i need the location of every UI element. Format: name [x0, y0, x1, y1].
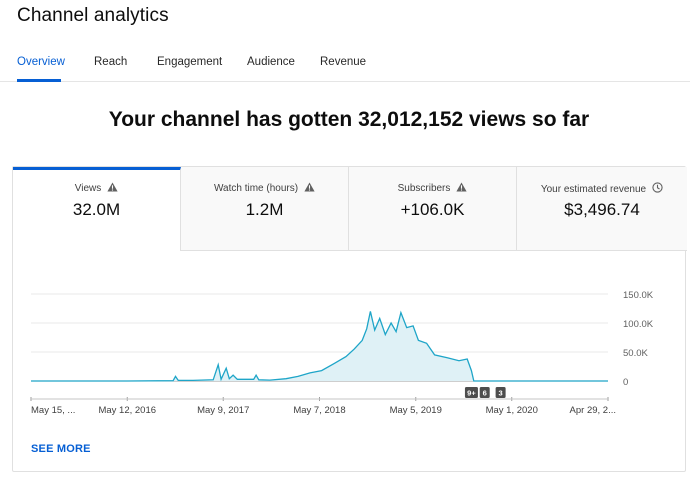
metric-subscribers-label: Subscribers [397, 183, 451, 194]
metric-label: Your estimated revenue [517, 182, 687, 195]
tab-overview[interactable]: Overview [17, 56, 65, 68]
y-tick-label: 0 [623, 377, 628, 388]
metric-views-value: 32.0M [72, 200, 121, 219]
x-tick-label: May 12, 2016 [98, 405, 156, 416]
x-tick-label: May 15, ... [31, 405, 75, 416]
tab-reach[interactable]: Reach [94, 56, 127, 68]
tab-revenue[interactable]: Revenue [320, 56, 366, 68]
metric-revenue-value: $3,496.74 [564, 200, 640, 219]
warning-icon [456, 182, 467, 192]
tab-audience[interactable]: Audience [247, 56, 295, 68]
metric-subscribers[interactable]: Subscribers +106.0K [349, 167, 517, 251]
metric-label: Subscribers [349, 182, 516, 194]
chart-x-axis: May 15, ... May 12, 2016 May 9, 2017 May 7,… [30, 397, 616, 416]
page-title: Channel analytics [17, 5, 169, 26]
metric-label: Views [13, 182, 180, 194]
warning-icon [304, 182, 315, 192]
chart-y-axis: 150.0K 100.0K 50.0K 0 [623, 290, 654, 388]
chart-gridlines [31, 293, 608, 382]
metric-label: Watch time (hours) [181, 182, 348, 194]
annotation-label: 9+ [467, 389, 476, 398]
active-tab-indicator [17, 79, 61, 82]
analytics-card: Views 32.0M Watch time (hours) 1.2M Subs… [12, 166, 687, 472]
annotation-label: 6 [483, 389, 487, 398]
x-tick-label: May 7, 2018 [293, 405, 345, 416]
tab-engagement[interactable]: Engagement [157, 56, 222, 68]
x-tick-label: Apr 29, 2... [570, 405, 616, 416]
x-tick-label: May 5, 2019 [390, 405, 442, 416]
metric-watch-time-value: 1.2M [245, 200, 284, 219]
tab-bar: Overview Reach Engagement Audience Reven… [0, 50, 690, 82]
metric-watch-time[interactable]: Watch time (hours) 1.2M [181, 167, 349, 251]
see-more-link[interactable]: SEE MORE [31, 443, 91, 455]
metric-subscribers-value: +106.0K [400, 200, 465, 219]
metric-revenue-label: Your estimated revenue [540, 184, 647, 195]
y-tick-label: 150.0K [623, 290, 654, 301]
warning-icon [107, 182, 118, 192]
views-headline: Your channel has gotten 32,012,152 views… [108, 108, 590, 131]
views-chart[interactable]: 150.0K 100.0K 50.0K 0 May 15, ... May 12, 20… [13, 257, 687, 427]
metric-views[interactable]: Views 32.0M [13, 167, 181, 251]
y-tick-label: 100.0K [623, 319, 654, 330]
chart-annotations: 9+ 6 3 [464, 387, 506, 398]
x-tick-label: May 9, 2017 [197, 405, 249, 416]
clock-icon [652, 182, 663, 193]
y-tick-label: 50.0K [623, 348, 648, 359]
annotation-label: 3 [499, 389, 503, 398]
metric-watch-time-label: Watch time (hours) [213, 183, 299, 194]
metric-revenue[interactable]: Your estimated revenue $3,496.74 [517, 167, 687, 251]
x-tick-label: May 1, 2020 [486, 405, 538, 416]
metric-views-label: Views [74, 183, 102, 194]
views-line [31, 310, 608, 382]
